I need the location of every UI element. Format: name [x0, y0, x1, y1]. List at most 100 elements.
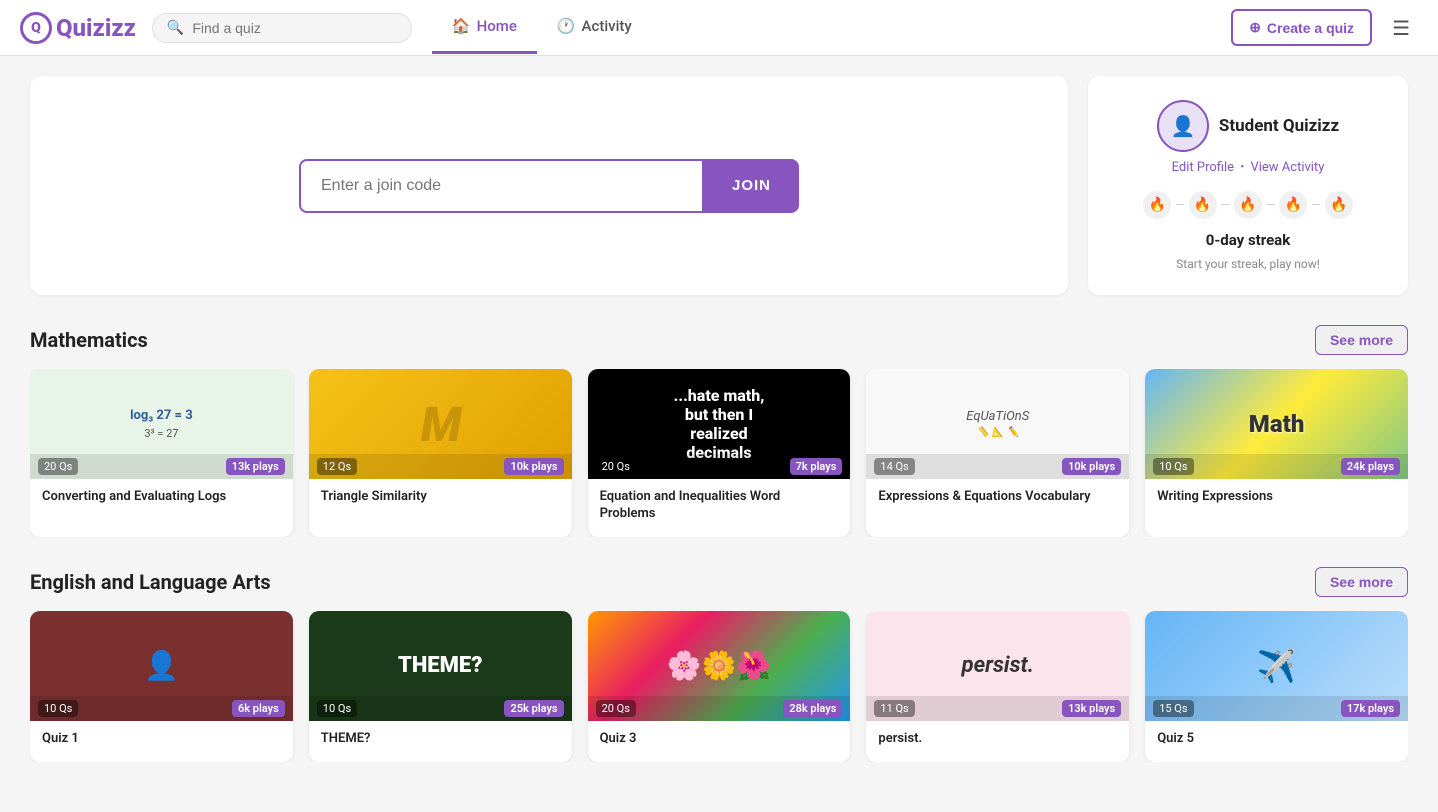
edit-profile-link[interactable]: Edit Profile	[1172, 160, 1234, 175]
math-card-4[interactable]: EqUaTiOnS📏 📐 ✏️ 14 Qs 10k plays Expressi…	[866, 369, 1129, 537]
search-input[interactable]	[192, 20, 392, 36]
streak-icon-5: 🔥	[1325, 191, 1353, 219]
ela-card-3-title: Quiz 3	[600, 731, 839, 748]
avatar-icon: 👤	[1170, 114, 1195, 138]
math-card-5-thumb: Math 10 Qs 24k plays	[1145, 369, 1408, 479]
ela-card-4-body: persist.	[866, 721, 1129, 762]
ela-card-2-meta: 10 Qs 25k plays	[309, 696, 572, 721]
tab-home-label: Home	[477, 17, 517, 35]
math-card-3-meta: 20 Qs 7k plays	[588, 454, 851, 479]
ela-card-3[interactable]: 🌸🌼🌺 20 Qs 28k plays Quiz 3	[588, 611, 851, 762]
streak-icon-4: 🔥	[1279, 191, 1307, 219]
logo[interactable]: Q Quizizz	[20, 12, 136, 44]
profile-links: Edit Profile • View Activity	[1172, 160, 1325, 175]
math-card-1-meta: 20 Qs 13k plays	[30, 454, 293, 479]
streak-icon-1: 🔥	[1143, 191, 1171, 219]
ela-card-4-meta: 11 Qs 13k plays	[866, 696, 1129, 721]
ela-card-1-plays: 6k plays	[232, 700, 285, 717]
streak-dash-2: —	[1221, 198, 1230, 212]
logo-icon: Q	[20, 12, 52, 44]
streak-icons: 🔥 — 🔥 — 🔥 — 🔥 — 🔥	[1143, 191, 1353, 219]
math-card-4-qs: 14 Qs	[874, 458, 914, 475]
mathematics-title: Mathematics	[30, 328, 148, 352]
ela-card-2[interactable]: THEME? 10 Qs 25k plays THEME?	[309, 611, 572, 762]
english-see-more[interactable]: See more	[1315, 567, 1408, 597]
tab-activity[interactable]: 🕐 Activity	[537, 1, 652, 54]
create-quiz-label: Create a quiz	[1267, 20, 1354, 36]
math-card-5-title: Writing Expressions	[1157, 489, 1396, 506]
ela-card-1-body: Quiz 1	[30, 721, 293, 762]
math-card-4-thumb: EqUaTiOnS📏 📐 ✏️ 14 Qs 10k plays	[866, 369, 1129, 479]
math-card-4-title: Expressions & Equations Vocabulary	[878, 489, 1117, 506]
math-card-4-plays: 10k plays	[1062, 458, 1121, 475]
math-card-3-thumb: ...hate math,but then Irealizeddecimals …	[588, 369, 851, 479]
avatar: 👤	[1157, 100, 1209, 152]
streak-sub: Start your streak, play now!	[1176, 257, 1320, 271]
create-quiz-button[interactable]: ⊕ Create a quiz	[1231, 9, 1372, 46]
nav-tabs: 🏠 Home 🕐 Activity	[432, 1, 652, 54]
profile-name: Student Quizizz	[1219, 116, 1339, 136]
menu-button[interactable]: ☰	[1384, 8, 1418, 48]
ela-card-4-title: persist.	[878, 731, 1117, 748]
tab-activity-label: Activity	[582, 17, 632, 35]
streak-icon-2: 🔥	[1189, 191, 1217, 219]
home-icon: 🏠	[452, 17, 471, 35]
math-card-1-body: Converting and Evaluating Logs	[30, 479, 293, 520]
ela-card-4-plays: 13k plays	[1062, 700, 1121, 717]
nav-right: ⊕ Create a quiz ☰	[1231, 8, 1418, 48]
ela-card-5-body: Quiz 5	[1145, 721, 1408, 762]
profile-header: 👤 Student Quizizz	[1157, 100, 1339, 152]
ela-card-5[interactable]: ✈️ 15 Qs 17k plays Quiz 5	[1145, 611, 1408, 762]
math-card-2[interactable]: M 12 Qs 10k plays Triangle Similarity	[309, 369, 572, 537]
view-activity-link[interactable]: View Activity	[1250, 160, 1324, 175]
tab-home[interactable]: 🏠 Home	[432, 1, 537, 54]
ela-card-2-body: THEME?	[309, 721, 572, 762]
mathematics-see-more[interactable]: See more	[1315, 325, 1408, 355]
english-header: English and Language Arts See more	[30, 567, 1408, 597]
join-card: JOIN	[30, 76, 1068, 295]
math-card-4-meta: 14 Qs 10k plays	[866, 454, 1129, 479]
ela-card-3-thumb: 🌸🌼🌺 20 Qs 28k plays	[588, 611, 851, 721]
math-card-1[interactable]: log₃ 27 = 3 3³ = 27 20 Qs 13k plays Conv…	[30, 369, 293, 537]
ela-card-4[interactable]: persist. 11 Qs 13k plays persist.	[866, 611, 1129, 762]
math-card-5-body: Writing Expressions	[1145, 479, 1408, 520]
join-code-input[interactable]	[299, 159, 704, 213]
mathematics-section: Mathematics See more log₃ 27 = 3 3³ = 27…	[30, 325, 1408, 537]
search-bar[interactable]: 🔍	[152, 13, 412, 43]
top-section: JOIN 👤 Student Quizizz Edit Profile • Vi…	[30, 76, 1408, 295]
main-content: JOIN 👤 Student Quizizz Edit Profile • Vi…	[0, 56, 1438, 812]
ela-card-1-title: Quiz 1	[42, 731, 281, 748]
math-card-1-title: Converting and Evaluating Logs	[42, 489, 281, 506]
ela-card-3-meta: 20 Qs 28k plays	[588, 696, 851, 721]
math-card-3[interactable]: ...hate math,but then Irealizeddecimals …	[588, 369, 851, 537]
english-section: English and Language Arts See more 👤 10 …	[30, 567, 1408, 762]
plus-circle-icon: ⊕	[1249, 19, 1261, 36]
join-form: JOIN	[299, 159, 799, 213]
math-card-3-plays: 7k plays	[790, 458, 843, 475]
join-button[interactable]: JOIN	[704, 159, 799, 213]
math-card-2-meta: 12 Qs 10k plays	[309, 454, 572, 479]
english-title: English and Language Arts	[30, 570, 271, 594]
math-card-5[interactable]: Math 10 Qs 24k plays Writing Expressions	[1145, 369, 1408, 537]
math-card-2-qs: 12 Qs	[317, 458, 357, 475]
math-card-2-title: Triangle Similarity	[321, 489, 560, 506]
streak-count: 0-day streak	[1206, 231, 1290, 249]
search-icon: 🔍	[167, 20, 184, 36]
dot-separator: •	[1240, 160, 1244, 175]
mathematics-cards: log₃ 27 = 3 3³ = 27 20 Qs 13k plays Conv…	[30, 369, 1408, 537]
math-card-3-qs: 20 Qs	[596, 458, 636, 475]
ela-card-2-thumb: THEME? 10 Qs 25k plays	[309, 611, 572, 721]
navbar: Q Quizizz 🔍 🏠 Home 🕐 Activity ⊕ Create a…	[0, 0, 1438, 56]
math-card-2-thumb: M 12 Qs 10k plays	[309, 369, 572, 479]
streak-dash-4: —	[1311, 198, 1320, 212]
ela-card-5-qs: 15 Qs	[1153, 700, 1193, 717]
math-card-1-plays: 13k plays	[226, 458, 285, 475]
ela-card-1-meta: 10 Qs 6k plays	[30, 696, 293, 721]
logo-text: Quizizz	[56, 14, 136, 42]
english-cards: 👤 10 Qs 6k plays Quiz 1 THEME?	[30, 611, 1408, 762]
ela-card-5-plays: 17k plays	[1341, 700, 1400, 717]
ela-card-1[interactable]: 👤 10 Qs 6k plays Quiz 1	[30, 611, 293, 762]
ela-card-3-plays: 28k plays	[783, 700, 842, 717]
math-card-5-qs: 10 Qs	[1153, 458, 1193, 475]
ela-card-5-title: Quiz 5	[1157, 731, 1396, 748]
